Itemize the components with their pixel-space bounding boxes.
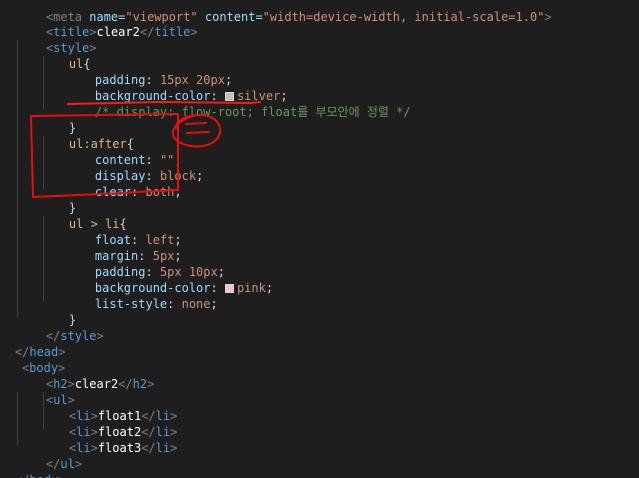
- code-line: background-color: pink;: [66, 264, 273, 295]
- code-line: <li>float3</li>: [40, 424, 177, 455]
- tag-name: style: [60, 329, 97, 343]
- code-line: background-color: silver;: [66, 72, 288, 103]
- css-value: both: [145, 185, 175, 199]
- code-editor[interactable]: <meta name="viewport" content="width=dev…: [0, 0, 639, 478]
- code-line: </head>: [0, 328, 66, 359]
- css-property: list-style: [94, 297, 168, 311]
- tag-bracket: >: [190, 25, 198, 39]
- tag-bracket: </: [118, 377, 133, 391]
- tag-bracket: </: [139, 25, 155, 39]
- semicolon: ;: [210, 297, 218, 311]
- tag-name: title: [154, 25, 191, 39]
- tag-bracket: >: [96, 329, 104, 343]
- indent-guide: [17, 40, 18, 318]
- colon: :: [131, 185, 146, 199]
- css-comment: /* display: flow-root; float를 부모안에 정렬 */: [94, 105, 411, 119]
- semicolon: ;: [196, 169, 204, 183]
- code-line: <title>clear2</title>: [17, 8, 198, 39]
- code-line: margin: 5px;: [66, 232, 182, 263]
- color-swatch-pink[interactable]: [224, 284, 234, 293]
- code-line: float: left;: [66, 216, 182, 247]
- tag-bracket: </: [141, 441, 156, 455]
- code-line: }: [40, 184, 76, 215]
- code-line: clear: both;: [66, 168, 182, 199]
- code-line: <ul>: [17, 376, 75, 407]
- css-value: pink: [236, 281, 266, 295]
- attribute-value: "width=device-width, initial-scale=1.0": [262, 10, 545, 24]
- code-line: </html>: [0, 470, 66, 478]
- code-line: ul{: [40, 40, 91, 71]
- code-line: }: [40, 296, 76, 327]
- code-line: <body>: [0, 344, 65, 375]
- code-line: <style>: [17, 24, 97, 55]
- code-line: display: block;: [66, 152, 203, 183]
- text-content: float3: [97, 441, 142, 455]
- tag-bracket: >: [147, 377, 155, 391]
- semicolon: ;: [265, 281, 274, 295]
- tag-name: h2: [132, 377, 148, 391]
- code-line: <li>float1</li>: [40, 392, 177, 423]
- code-line: ul > li{: [40, 200, 127, 231]
- colon: :: [167, 297, 182, 311]
- code-line: <h2>clear2</h2>: [17, 360, 154, 391]
- semicolon: ;: [174, 185, 182, 199]
- tag-bracket: >: [544, 10, 552, 24]
- code-line: </style>: [17, 312, 104, 343]
- tag-name: li: [155, 441, 171, 455]
- annotation-equals-bottom: [186, 131, 210, 134]
- annotation-equals-top: [185, 122, 207, 125]
- code-line: }: [40, 104, 76, 135]
- code-line: /* display: flow-root; float를 부모안에 정렬 */: [66, 88, 411, 119]
- text-content: clear2: [74, 377, 119, 391]
- code-line: </ul>: [17, 440, 82, 471]
- code-line: padding: 15px 20px;: [66, 56, 232, 87]
- text-content: clear2: [96, 25, 140, 39]
- tag-bracket: >: [90, 441, 98, 455]
- code-line: content: "";: [66, 136, 182, 167]
- code-line: list-style: none;: [66, 280, 218, 311]
- code-line: ul:after{: [40, 120, 134, 151]
- css-value: none: [181, 297, 211, 311]
- code-line: <li>float2</li>: [40, 408, 177, 439]
- code-line: padding: 5px 10px;: [66, 248, 225, 279]
- tag-bracket: >: [170, 441, 178, 455]
- css-property: clear: [94, 185, 132, 199]
- tag-bracket: >: [74, 457, 83, 471]
- attribute-name: content=: [197, 10, 263, 24]
